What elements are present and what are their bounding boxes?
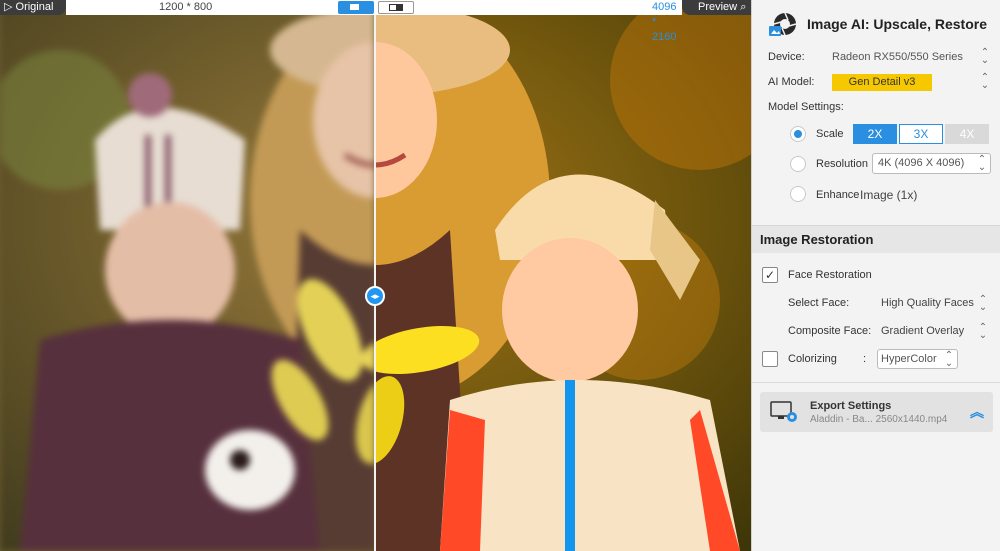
compare-slider-handle-icon[interactable]: ◂▸ (365, 286, 385, 306)
side-by-side-view-button[interactable] (378, 1, 414, 14)
device-value[interactable]: Radeon RX550/550 Series (832, 51, 963, 63)
scale-2x-button[interactable]: 2X (853, 124, 897, 144)
resolution-strip: 1200 * 800 4096 * 2160 (66, 0, 682, 43)
ai-model-label: AI Model: (768, 76, 815, 88)
face-restoration-checkbox[interactable]: ✓ (762, 267, 778, 283)
updown-chevron-icon: ⌃ ⌄ (977, 154, 987, 173)
preview-button[interactable]: Preview ⌕ (682, 0, 751, 15)
compare-divider[interactable] (374, 0, 376, 551)
ai-model-value[interactable]: Gen Detail v3 (832, 74, 932, 91)
scale-4x-button[interactable]: 4X (945, 124, 989, 144)
app-title: Image AI: Upscale, Restore (807, 16, 987, 32)
device-label: Device: (768, 51, 805, 63)
split-view-icon (350, 4, 359, 10)
image-viewer: ◂▸ ▷ Original 1200 * 800 4096 * 2160 Pre… (0, 0, 751, 551)
export-settings-filename: Aladdin - Ba... 2560x1440.mp4 (810, 414, 948, 425)
composite-face-label: Composite Face: (788, 325, 872, 337)
double-chevron-up-icon[interactable]: ︽ (970, 402, 984, 422)
select-face-value[interactable]: High Quality Faces (881, 297, 974, 309)
resolution-label: Resolution (816, 158, 868, 170)
resolution-value: 4K (4096 X 4096) (878, 157, 965, 169)
export-settings-bar[interactable]: Export Settings Aladdin - Ba... 2560x144… (760, 392, 993, 432)
side-by-side-view-icon (389, 4, 403, 11)
divider (752, 382, 1000, 383)
device-row[interactable]: Device: Radeon RX550/550 Series ⌃ ⌄ (752, 46, 1000, 70)
export-settings-title: Export Settings (810, 400, 892, 412)
updown-chevron-icon[interactable]: ⌃ ⌄ (980, 48, 990, 66)
magnifier-icon: ⌕ (740, 1, 747, 13)
panel-header: Image AI: Upscale, Restore (752, 0, 1000, 46)
original-image (0, 0, 375, 551)
model-settings-label: Model Settings: (768, 101, 844, 113)
upscaled-preview-image (375, 0, 751, 551)
updown-chevron-icon: ⌃ ⌄ (944, 350, 954, 369)
enhance-label: Enhance (816, 189, 860, 201)
colorizing-value: HyperColor (881, 353, 937, 365)
updown-chevron-icon[interactable]: ⌃ ⌄ (978, 323, 988, 341)
monitor-gear-icon (770, 401, 797, 422)
settings-panel: Image AI: Upscale, Restore Device: Radeo… (751, 0, 1000, 551)
original-resolution: 1200 * 800 (159, 1, 213, 13)
resolution-select[interactable]: 4K (4096 X 4096) ⌃ ⌄ (872, 153, 991, 174)
colorizing-label: Colorizing (788, 353, 837, 365)
ai-model-row[interactable]: AI Model: Gen Detail v3 ⌃ ⌄ (752, 71, 1000, 95)
colorizing-checkbox[interactable] (762, 351, 778, 367)
composite-face-value[interactable]: Gradient Overlay (881, 325, 964, 337)
colorizing-colon: : (863, 353, 867, 365)
image-restoration-header: Image Restoration (752, 225, 1000, 253)
viewer-topbar: ▷ Original 1200 * 800 4096 * 2160 Previe… (0, 0, 751, 43)
camera-aperture-icon (769, 12, 797, 36)
resolution-radio[interactable] (790, 156, 806, 172)
split-view-button[interactable] (338, 1, 374, 14)
enhance-radio[interactable] (790, 186, 806, 202)
updown-chevron-icon[interactable]: ⌃ ⌄ (980, 73, 990, 91)
scale-label: Scale (816, 128, 844, 140)
enhance-value: Image (1x) (860, 188, 918, 202)
colorizing-select[interactable]: HyperColor ⌃ ⌄ (877, 349, 958, 369)
face-restoration-label: Face Restoration (788, 269, 872, 281)
scale-radio[interactable] (790, 126, 806, 142)
output-resolution: 4096 * 2160 (652, 1, 677, 43)
updown-chevron-icon[interactable]: ⌃ ⌄ (978, 295, 988, 313)
original-label: ▷ Original (0, 0, 66, 15)
select-face-label: Select Face: (788, 297, 850, 309)
model-settings-row: Model Settings: (752, 96, 1000, 120)
scale-3x-button[interactable]: 3X (899, 124, 943, 144)
